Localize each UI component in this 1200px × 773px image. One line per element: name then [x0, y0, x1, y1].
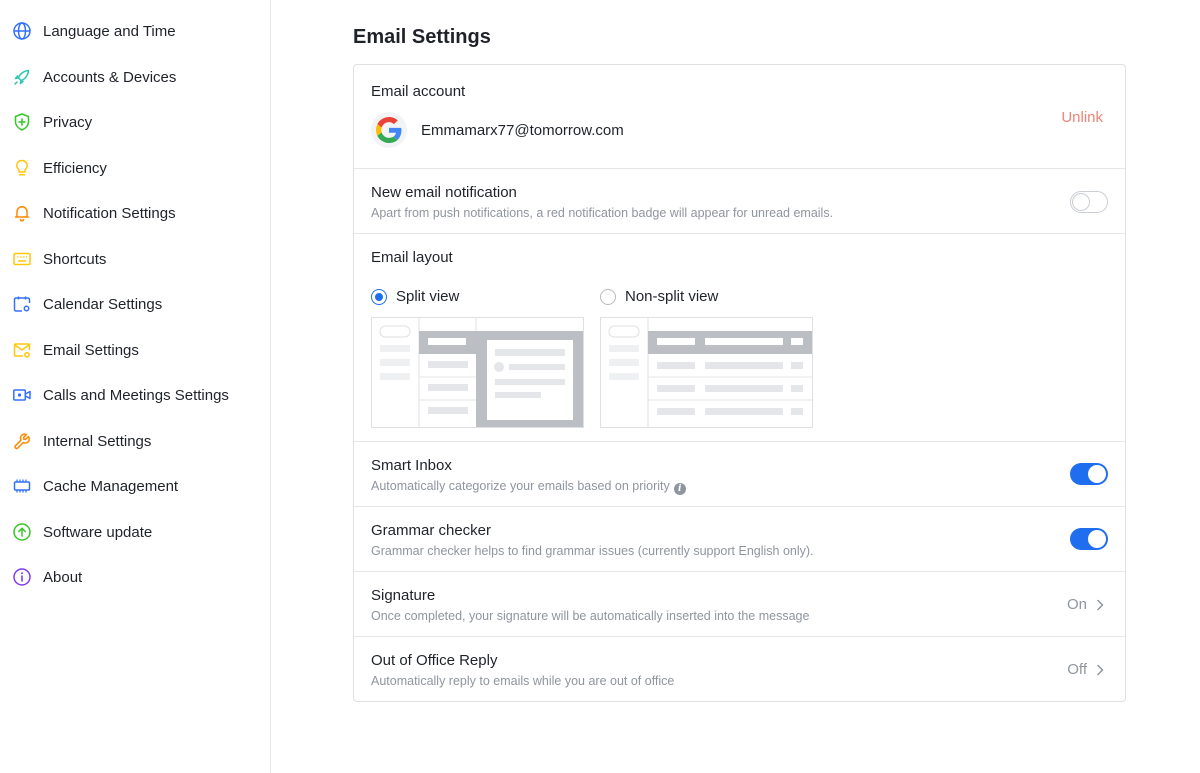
- sidebar-item-label: Email Settings: [43, 341, 139, 359]
- new-email-notification-toggle[interactable]: [1070, 191, 1108, 213]
- smart-inbox-description-wrap: Automatically categorize your emails bas…: [371, 479, 686, 495]
- out-of-office-title: Out of Office Reply: [371, 652, 498, 669]
- email-account-section: Email account Emmamarx77@tomorrow.com Un…: [354, 65, 1125, 169]
- smart-inbox-row: Smart Inbox Automatically categorize you…: [354, 442, 1125, 507]
- sidebar-item-language-and-time[interactable]: Language and Time: [0, 11, 270, 51]
- chevron-right-icon: [1097, 599, 1104, 611]
- bell-icon: [12, 203, 32, 223]
- unlink-button[interactable]: Unlink: [1061, 109, 1103, 126]
- sidebar-item-about[interactable]: About: [0, 557, 270, 597]
- sidebar-item-label: Language and Time: [43, 22, 176, 40]
- sidebar-item-efficiency[interactable]: Efficiency: [0, 148, 270, 188]
- new-email-notification-title: New email notification: [371, 184, 517, 201]
- calendar-settings-icon: [12, 294, 32, 314]
- email-layout-title: Email layout: [371, 249, 453, 266]
- settings-card: Email account Emmamarx77@tomorrow.com Un…: [353, 64, 1126, 702]
- sidebar-item-calendar-settings[interactable]: Calendar Settings: [0, 284, 270, 324]
- sidebar-item-label: Accounts & Devices: [43, 68, 177, 86]
- split-view-preview[interactable]: [371, 317, 584, 428]
- mail-settings-icon: [12, 340, 32, 360]
- globe-icon: [12, 21, 32, 41]
- split-view-radio[interactable]: [371, 289, 387, 305]
- info-icon: [12, 567, 32, 587]
- smart-inbox-title: Smart Inbox: [371, 457, 452, 474]
- sidebar-item-calls-meetings-settings[interactable]: Calls and Meetings Settings: [0, 375, 270, 415]
- sidebar: Language and Time Accounts & Devices Pri…: [0, 0, 271, 773]
- signature-title: Signature: [371, 587, 436, 604]
- sidebar-item-label: Calendar Settings: [43, 295, 163, 313]
- shield-icon: [12, 112, 32, 132]
- page-title: Email Settings: [353, 26, 491, 48]
- keyboard-icon: [12, 249, 32, 269]
- grammar-checker-title: Grammar checker: [371, 522, 492, 539]
- grammar-checker-toggle[interactable]: [1070, 528, 1108, 550]
- sidebar-item-label: Software update: [43, 523, 153, 541]
- sidebar-item-label: Notification Settings: [43, 204, 176, 222]
- sidebar-item-label: Efficiency: [43, 159, 107, 177]
- toggle-knob: [1088, 530, 1106, 548]
- out-of-office-row[interactable]: Out of Office Reply Automatically reply …: [354, 637, 1125, 701]
- upload-arrow-icon: [12, 522, 32, 542]
- sidebar-item-label: Shortcuts: [43, 250, 107, 268]
- non-split-view-radio[interactable]: [600, 289, 616, 305]
- sidebar-item-label: Calls and Meetings Settings: [43, 386, 229, 404]
- new-email-notification-description: Apart from push notifications, a red not…: [371, 206, 834, 220]
- signature-status: On: [1066, 596, 1087, 613]
- sidebar-item-shortcuts[interactable]: Shortcuts: [0, 239, 270, 279]
- out-of-office-status: Off: [1067, 661, 1087, 678]
- grammar-checker-description: Grammar checker helps to find grammar is…: [371, 544, 814, 558]
- sidebar-item-label: About: [43, 568, 83, 586]
- email-address: Emmamarx77@tomorrow.com: [421, 122, 624, 139]
- email-account-title: Email account: [371, 83, 466, 100]
- toggle-knob: [1088, 465, 1106, 483]
- non-split-view-preview[interactable]: [600, 317, 813, 428]
- signature-description: Once completed, your signature will be a…: [371, 609, 810, 623]
- info-icon[interactable]: i: [673, 483, 686, 495]
- wrench-icon: [12, 431, 32, 451]
- sidebar-item-label: Cache Management: [43, 477, 179, 495]
- sidebar-item-label: Privacy: [43, 113, 93, 131]
- chevron-right-icon: [1097, 664, 1104, 676]
- out-of-office-description: Automatically reply to emails while you …: [371, 674, 675, 688]
- new-email-notification-row: New email notification Apart from push n…: [354, 169, 1125, 234]
- memory-chip-icon: [12, 476, 32, 496]
- toggle-knob: [1072, 193, 1090, 211]
- non-split-view-label[interactable]: Non-split view: [625, 288, 718, 305]
- sidebar-item-accounts-devices[interactable]: Accounts & Devices: [0, 57, 270, 97]
- google-icon: [371, 112, 407, 148]
- split-view-label[interactable]: Split view: [396, 288, 459, 305]
- sidebar-item-software-update[interactable]: Software update: [0, 512, 270, 552]
- sidebar-item-label: Internal Settings: [43, 432, 152, 450]
- sidebar-item-internal-settings[interactable]: Internal Settings: [0, 421, 270, 461]
- sidebar-item-privacy[interactable]: Privacy: [0, 102, 270, 142]
- smart-inbox-description: Automatically categorize your emails bas…: [371, 479, 670, 493]
- smart-inbox-toggle[interactable]: [1070, 463, 1108, 485]
- sidebar-item-notification-settings[interactable]: Notification Settings: [0, 193, 270, 233]
- grammar-checker-row: Grammar checker Grammar checker helps to…: [354, 507, 1125, 572]
- sidebar-item-cache-management[interactable]: Cache Management: [0, 466, 270, 506]
- video-camera-icon: [12, 385, 32, 405]
- sidebar-item-email-settings[interactable]: Email Settings: [0, 330, 270, 370]
- signature-row[interactable]: Signature Once completed, your signature…: [354, 572, 1125, 637]
- rocket-icon: [12, 67, 32, 87]
- lightbulb-icon: [12, 158, 32, 178]
- email-layout-section: Email layout Split view Non-split view: [354, 234, 1125, 442]
